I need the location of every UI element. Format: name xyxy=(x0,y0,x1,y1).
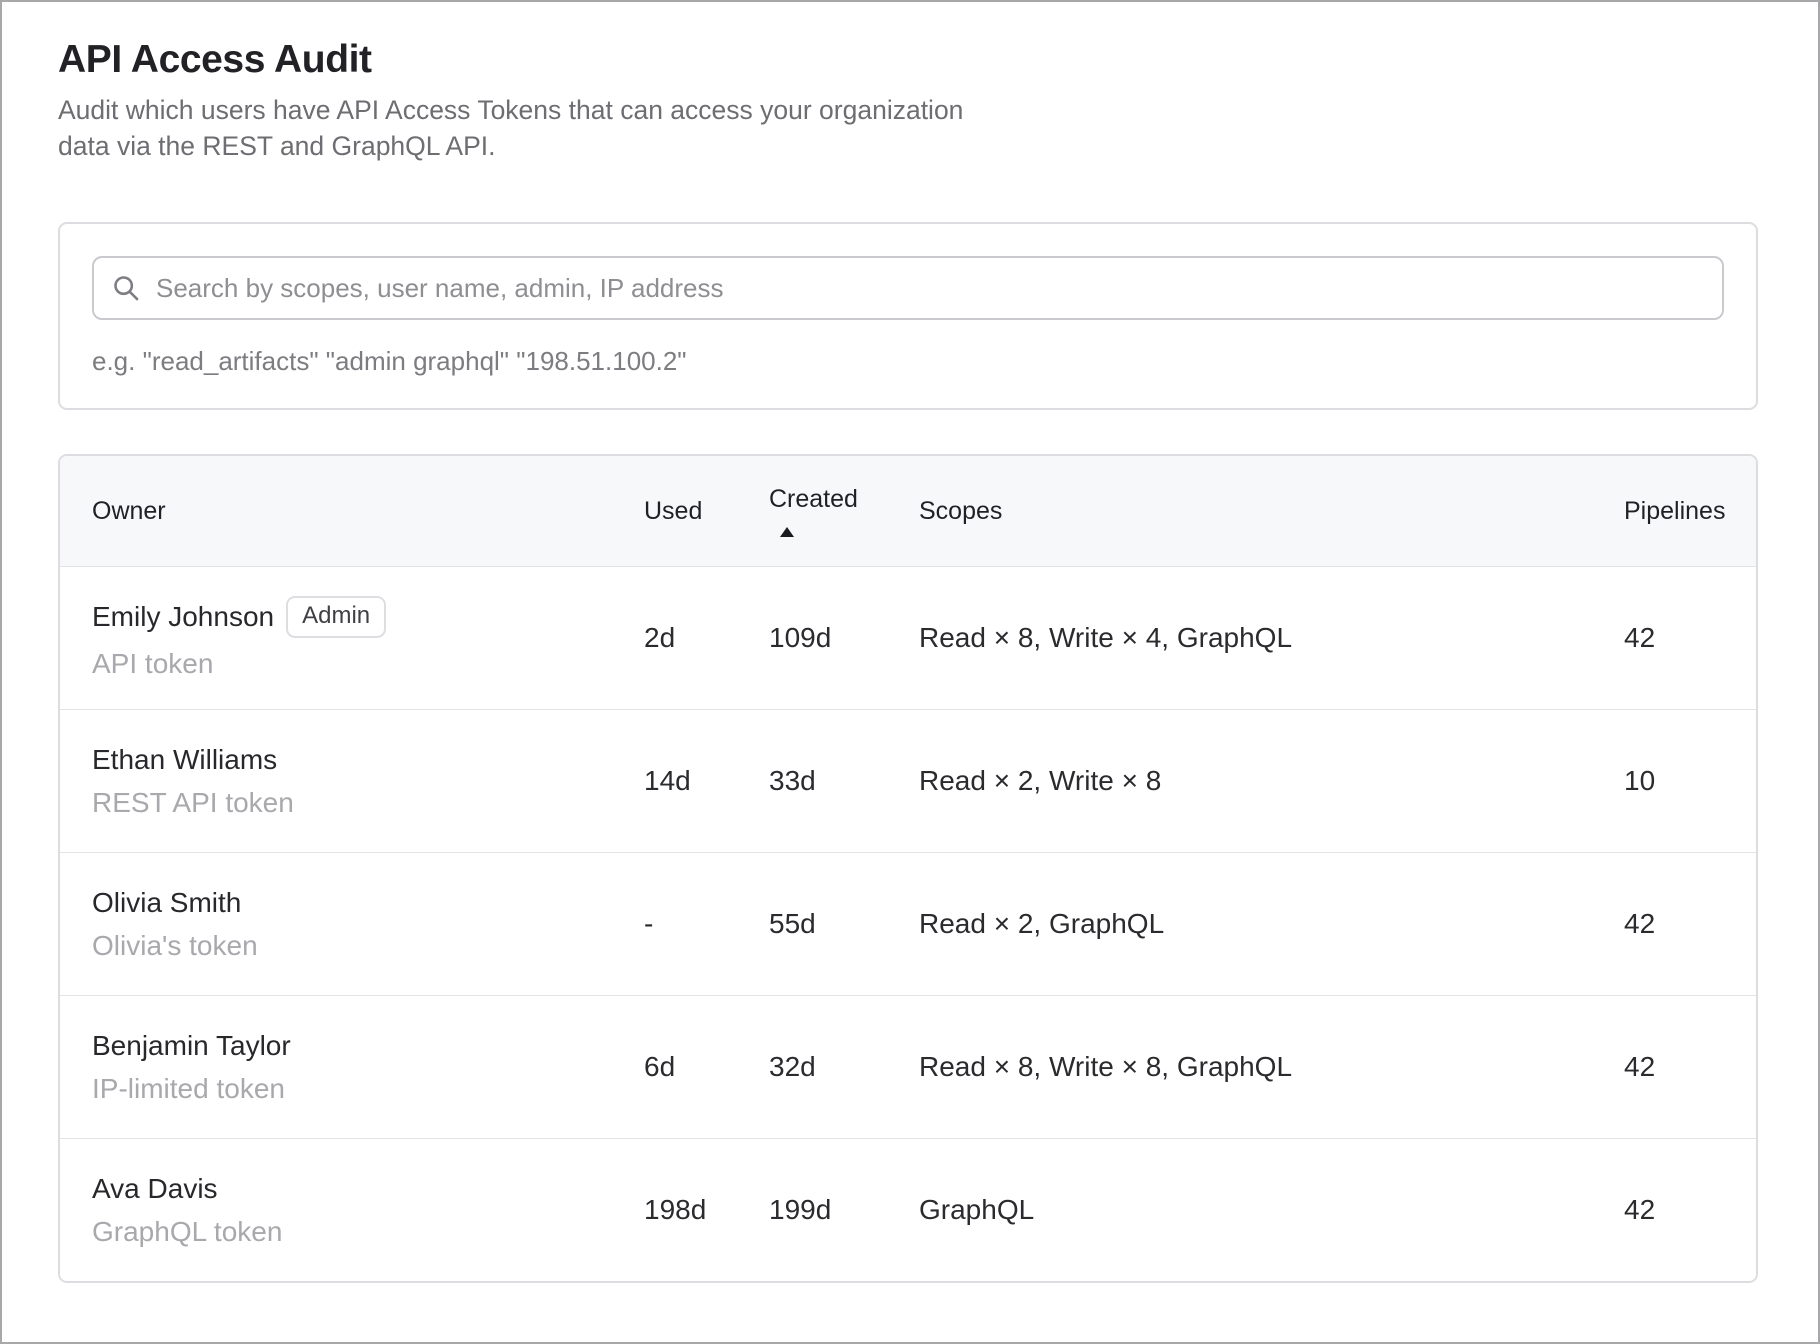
owner-cell: Ethan Williams REST API token xyxy=(92,743,644,820)
pipelines-value: 42 xyxy=(1624,622,1728,654)
column-header-created-label: Created xyxy=(769,485,858,514)
created-value: 199d xyxy=(769,1194,919,1226)
owner-name: Emily Johnson xyxy=(92,600,274,634)
search-hint: e.g. "read_artifacts" "admin graphql" "1… xyxy=(92,346,1724,376)
search-box xyxy=(92,256,1724,320)
scopes-value: Read × 8, Write × 4, GraphQL xyxy=(919,622,1624,654)
api-tokens-table: Owner Used Created Scopes Pipelines Emil… xyxy=(58,454,1758,1283)
owner-name: Benjamin Taylor xyxy=(92,1029,291,1063)
used-value: 2d xyxy=(644,622,769,654)
scopes-value: Read × 2, Write × 8 xyxy=(919,765,1624,797)
owner-cell: Benjamin Taylor IP-limited token xyxy=(92,1029,644,1106)
scopes-value: Read × 8, Write × 8, GraphQL xyxy=(919,1051,1624,1083)
owner-name: Olivia Smith xyxy=(92,886,241,920)
scopes-value: GraphQL xyxy=(919,1194,1624,1226)
token-name: REST API token xyxy=(92,786,644,820)
column-header-pipelines: Pipelines xyxy=(1624,497,1728,526)
created-value: 33d xyxy=(769,765,919,797)
admin-badge: Admin xyxy=(286,596,386,638)
used-value: 198d xyxy=(644,1194,769,1226)
table-row: Ethan Williams REST API token 14d 33d Re… xyxy=(60,709,1756,852)
table-row: Emily Johnson Admin API token 2d 109d Re… xyxy=(60,566,1756,709)
table-row: Olivia Smith Olivia's token - 55d Read ×… xyxy=(60,852,1756,995)
column-header-owner: Owner xyxy=(92,497,644,526)
used-value: 14d xyxy=(644,765,769,797)
column-header-scopes: Scopes xyxy=(919,497,1624,526)
owner-name: Ava Davis xyxy=(92,1172,218,1206)
used-value: - xyxy=(644,908,769,940)
token-name: API token xyxy=(92,647,644,681)
token-name: IP-limited token xyxy=(92,1072,644,1106)
table-row: Benjamin Taylor IP-limited token 6d 32d … xyxy=(60,995,1756,1138)
column-header-created[interactable]: Created xyxy=(769,485,919,537)
owner-name: Ethan Williams xyxy=(92,743,277,777)
pipelines-value: 42 xyxy=(1624,1194,1728,1226)
owner-cell: Olivia Smith Olivia's token xyxy=(92,886,644,963)
table-row: Ava Davis GraphQL token 198d 199d GraphQ… xyxy=(60,1138,1756,1281)
used-value: 6d xyxy=(644,1051,769,1083)
column-header-used: Used xyxy=(644,497,769,526)
pipelines-value: 42 xyxy=(1624,908,1728,940)
created-value: 32d xyxy=(769,1051,919,1083)
created-value: 55d xyxy=(769,908,919,940)
scopes-value: Read × 2, GraphQL xyxy=(919,908,1624,940)
search-input[interactable] xyxy=(92,256,1724,320)
page-subtitle: Audit which users have API Access Tokens… xyxy=(58,92,1008,164)
created-value: 109d xyxy=(769,622,919,654)
table-header-row: Owner Used Created Scopes Pipelines xyxy=(60,456,1756,566)
sort-ascending-icon xyxy=(780,527,794,537)
api-access-audit-page: API Access Audit Audit which users have … xyxy=(0,0,1820,1344)
token-name: Olivia's token xyxy=(92,929,644,963)
pipelines-value: 42 xyxy=(1624,1051,1728,1083)
search-card: e.g. "read_artifacts" "admin graphql" "1… xyxy=(58,222,1758,410)
token-name: GraphQL token xyxy=(92,1215,644,1249)
owner-cell: Emily Johnson Admin API token xyxy=(92,596,644,681)
pipelines-value: 10 xyxy=(1624,765,1728,797)
owner-cell: Ava Davis GraphQL token xyxy=(92,1172,644,1249)
page-title: API Access Audit xyxy=(58,36,1818,84)
